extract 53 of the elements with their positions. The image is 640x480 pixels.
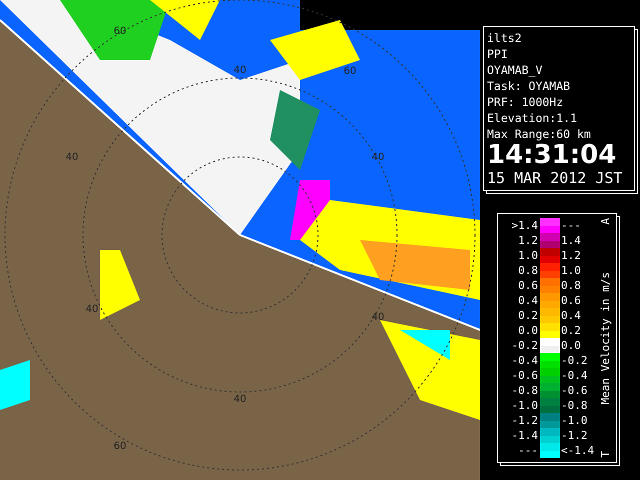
legend-label: 1.2 — [560, 249, 582, 262]
range-label: 40 — [234, 65, 246, 76]
range-label: 60 — [114, 441, 126, 452]
legend-label: --- — [560, 219, 582, 232]
legend-label: -0.8 — [510, 384, 539, 397]
legend-label: 0.2 — [517, 309, 539, 322]
info-text: ilts2 — [487, 30, 523, 46]
range-label: 40 — [66, 152, 78, 163]
legend-label: -0.2 — [560, 354, 588, 367]
info-text: Max Range:60 km — [487, 126, 592, 142]
legend-label: 1.2 — [517, 234, 539, 247]
date-text: 15 MAR 2012 JST — [487, 168, 624, 188]
legend-label: -0.4 — [560, 369, 588, 382]
info-text: Elevation:1.1 — [487, 110, 578, 126]
legend-label: 1.4 — [560, 234, 582, 247]
legend-title: Mean Velocity in m/s — [598, 272, 612, 404]
time-text: 14:31:04 — [487, 142, 618, 168]
legend-mark: A — [598, 218, 612, 225]
range-label: 60 — [114, 26, 126, 37]
legend-label: -0.4 — [510, 354, 539, 367]
legend-label: -1.0 — [510, 399, 539, 412]
legend-mark: T — [598, 451, 612, 458]
info-text: PRF: 1000Hz — [487, 94, 564, 110]
legend-label: -0.8 — [560, 399, 588, 412]
legend-label: -1.2 — [560, 429, 588, 442]
legend-label: -0.2 — [510, 339, 539, 352]
legend-label: 0.6 — [517, 279, 539, 292]
range-label: 40 — [372, 312, 384, 323]
info-text: OYAMAB_V — [487, 62, 544, 78]
range-label: 60 — [344, 66, 356, 77]
range-label: 40 — [234, 394, 246, 405]
range-label: 40 — [372, 152, 384, 163]
legend-label: 0.0 — [560, 339, 582, 352]
legend-label: 1.0 — [517, 249, 539, 262]
legend-label: -1.4 — [510, 429, 539, 442]
legend-label: >1.4 — [510, 219, 539, 232]
legend-label: 0.8 — [560, 279, 582, 292]
legend-label: 0.0 — [517, 324, 539, 337]
range-label: 40 — [86, 304, 98, 315]
legend-label: --- — [517, 444, 539, 457]
legend-label: -1.2 — [510, 414, 539, 427]
legend-label: 1.0 — [560, 264, 582, 277]
legend-label: 0.4 — [517, 294, 539, 307]
info-text: PPI — [487, 46, 509, 62]
legend-label: -1.0 — [560, 414, 588, 427]
legend-label: 0.6 — [560, 294, 582, 307]
legend-label: <-1.4 — [560, 444, 596, 457]
legend-label: 0.2 — [560, 324, 582, 337]
legend-label: -0.6 — [560, 384, 588, 397]
info-text: Task: OYAMAB — [487, 78, 572, 94]
legend-label: 0.4 — [560, 309, 582, 322]
legend-label: 0.8 — [517, 264, 539, 277]
legend-label: -0.6 — [510, 369, 539, 382]
